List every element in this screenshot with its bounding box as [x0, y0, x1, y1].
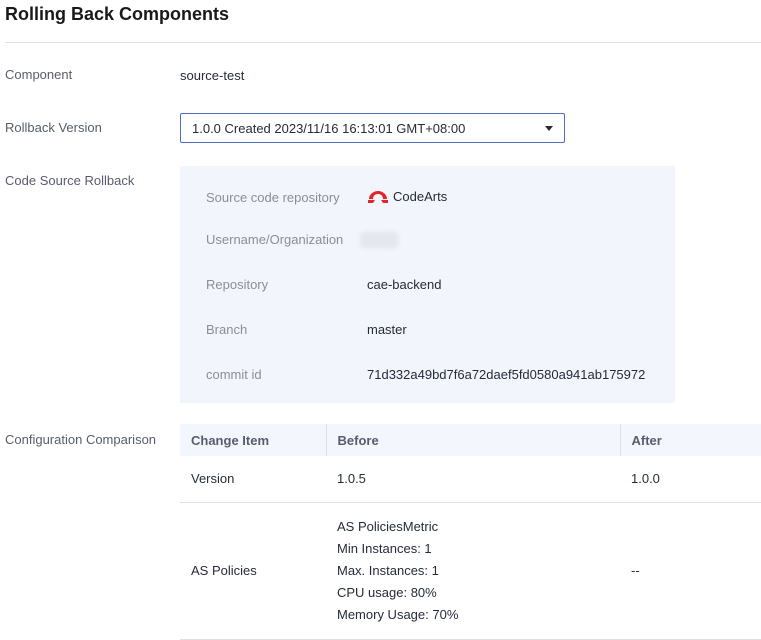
- repository-label: Repository: [206, 277, 269, 292]
- column-header-after: After: [620, 424, 761, 456]
- column-header-before: Before: [326, 424, 621, 456]
- username-org-redacted: [360, 232, 398, 248]
- policy-max-instances-line: Max. Instances: 1: [337, 562, 439, 578]
- policy-min-instances-line: Min Instances: 1: [337, 540, 432, 556]
- as-policies-after: --: [620, 502, 761, 640]
- page-title: Rolling Back Components: [5, 4, 230, 24]
- table-row: Version 1.0.5 1.0.0: [180, 456, 761, 503]
- version-before: 1.0.5: [326, 456, 620, 503]
- rollback-version-label: Rollback Version: [5, 120, 102, 135]
- policy-cpu-usage-line: CPU usage: 80%: [337, 584, 437, 600]
- as-policies-item: AS Policies: [180, 502, 326, 640]
- version-after: 1.0.0: [620, 456, 761, 503]
- table-row: AS Policies AS PoliciesMetric Min Instan…: [180, 502, 761, 640]
- code-source-panel: Source code repository CodeArts Username…: [180, 166, 675, 403]
- code-source-label: Code Source Rollback: [5, 173, 135, 188]
- policy-metric-line: AS PoliciesMetric: [337, 518, 439, 534]
- policy-memory-usage-line: Memory Usage: 70%: [337, 606, 459, 622]
- commit-id-label: commit id: [206, 367, 262, 382]
- column-header-change-item: Change Item: [180, 424, 327, 456]
- repository-value: cae-backend: [367, 277, 442, 292]
- commit-id-value: 71d332a49bd7f6a72daef5fd0580a941ab175972: [367, 367, 646, 382]
- table-header-row: Change Item Before After: [180, 424, 761, 456]
- source-repo-name: CodeArts: [393, 189, 448, 204]
- config-comparison-label: Configuration Comparison: [5, 432, 157, 447]
- source-repo-label: Source code repository: [206, 190, 340, 205]
- branch-label: Branch: [206, 322, 248, 337]
- version-item: Version: [180, 456, 326, 503]
- rollback-version-selected: 1.0.0 Created 2023/11/16 16:13:01 GMT+08…: [192, 121, 466, 136]
- source-repo-value: CodeArts: [367, 189, 447, 204]
- branch-value: master: [367, 322, 407, 337]
- codearts-logo-icon: [367, 190, 389, 204]
- rollback-version-select[interactable]: 1.0.0 Created 2023/11/16 16:13:01 GMT+08…: [180, 113, 565, 143]
- component-label: Component: [5, 67, 73, 82]
- username-org-label: Username/Organization: [206, 232, 344, 247]
- title-divider: [5, 42, 761, 43]
- config-comparison-table: Change Item Before After Version 1.0.5 1…: [180, 424, 761, 640]
- as-policies-before: AS PoliciesMetric Min Instances: 1 Max. …: [326, 502, 620, 640]
- component-value: source-test: [180, 68, 245, 83]
- chevron-down-icon: [545, 126, 553, 131]
